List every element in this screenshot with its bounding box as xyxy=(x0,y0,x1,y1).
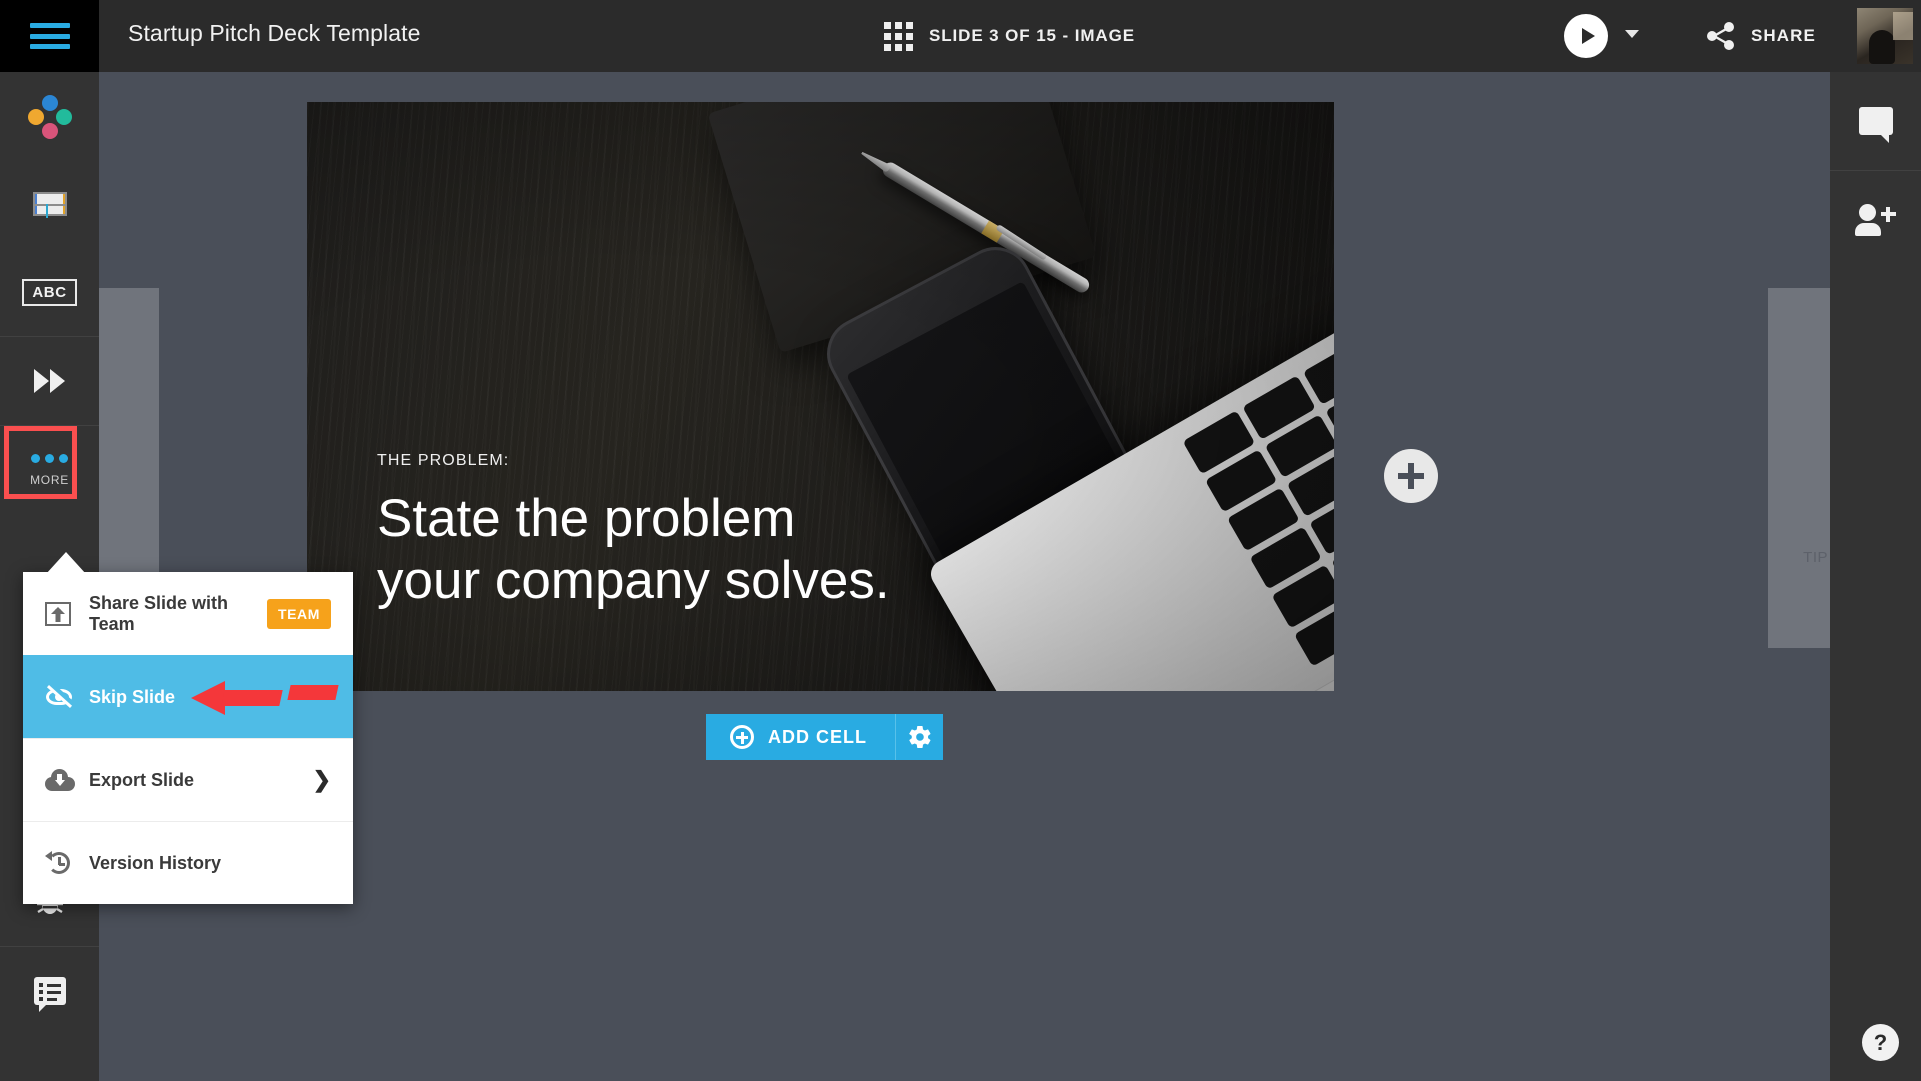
next-slide-panel[interactable]: TIP xyxy=(1768,288,1830,648)
right-sidebar xyxy=(1830,72,1921,1081)
share-label: SHARE xyxy=(1750,26,1816,45)
menu-item-label: Export Slide xyxy=(89,769,195,790)
hamburger-icon xyxy=(29,23,70,49)
upload-icon xyxy=(45,601,89,626)
more-dots-icon xyxy=(31,453,68,463)
gear-icon xyxy=(908,726,930,748)
avatar[interactable] xyxy=(1857,8,1913,64)
four-dots-icon xyxy=(27,94,72,139)
play-icon xyxy=(1581,28,1595,44)
next-slide-label: TIP xyxy=(1803,549,1828,566)
slide-indicator[interactable]: SLIDE 3 OF 15 - IMAGE xyxy=(884,16,1135,56)
more-highlight-annotation xyxy=(4,426,77,499)
sidebar-item-layout[interactable] xyxy=(0,160,99,248)
skip-slide-arrow-annotation xyxy=(191,675,339,719)
slide-text-block[interactable]: THE PROBLEM: State the problem your comp… xyxy=(377,452,897,612)
sidebar-item-label: MORE xyxy=(30,472,69,487)
add-slide-button[interactable] xyxy=(1384,449,1438,503)
clock-rewind-icon xyxy=(45,849,89,877)
menu-item-export-slide[interactable]: Export Slide ❯ xyxy=(23,738,353,821)
menu-item-label: Version History xyxy=(89,852,222,873)
layout-icon xyxy=(32,192,67,218)
hamburger-menu-button[interactable] xyxy=(0,0,99,72)
sidebar-item-transition[interactable] xyxy=(0,337,99,425)
current-slide[interactable]: THE PROBLEM: State the problem your comp… xyxy=(307,102,1334,691)
sidebar-item-feedback[interactable] xyxy=(0,947,99,1035)
fast-forward-icon xyxy=(34,369,65,393)
menu-item-skip-slide[interactable]: Skip Slide xyxy=(23,655,353,738)
top-bar: Startup Pitch Deck Template SLIDE 3 OF 1… xyxy=(0,0,1921,72)
app-root: Startup Pitch Deck Template SLIDE 3 OF 1… xyxy=(0,0,1921,1081)
cloud-download-icon xyxy=(45,769,89,791)
help-button[interactable]: ? xyxy=(1862,1024,1899,1061)
add-cell-button[interactable]: ADD CELL xyxy=(706,714,895,760)
more-menu: Share Slide with Team TEAM Skip Slide Ex… xyxy=(23,572,353,904)
chevron-down-icon[interactable] xyxy=(1625,30,1639,38)
menu-item-share-slide-with-team[interactable]: Share Slide with Team TEAM xyxy=(23,572,353,655)
slide-canvas: TIP THE PROBLEM: State the problem your … xyxy=(99,72,1830,1081)
sidebar-item-invite[interactable] xyxy=(1830,171,1921,269)
sidebar-item-more[interactable]: MORE xyxy=(0,426,99,514)
grid-icon xyxy=(884,21,913,51)
menu-pointer xyxy=(46,552,86,574)
sidebar-item-theme[interactable] xyxy=(0,72,99,160)
deck-title[interactable]: Startup Pitch Deck Template xyxy=(128,20,420,47)
slide-headline: State the problem your company solves. xyxy=(377,489,890,610)
cell-settings-button[interactable] xyxy=(895,714,943,760)
feedback-icon xyxy=(33,977,66,1012)
comment-bubble-icon xyxy=(1858,107,1893,143)
share-icon xyxy=(1706,22,1734,50)
slide-eyebrow: THE PROBLEM: xyxy=(377,452,510,469)
slide-indicator-label: SLIDE 3 OF 15 - IMAGE xyxy=(929,26,1135,45)
menu-item-label: Share Slide with Team xyxy=(89,592,229,634)
add-cell-bar: ADD CELL xyxy=(706,714,943,760)
share-button[interactable]: SHARE xyxy=(1705,14,1816,58)
eye-off-icon xyxy=(45,680,89,708)
menu-item-version-history[interactable]: Version History xyxy=(23,821,353,904)
abc-icon: ABC xyxy=(22,278,77,306)
chevron-right-icon: ❯ xyxy=(312,767,331,792)
plus-circle-icon xyxy=(730,725,754,749)
add-cell-label: ADD CELL xyxy=(768,726,867,747)
team-badge: TEAM xyxy=(266,598,331,629)
present-button[interactable] xyxy=(1564,14,1608,58)
sidebar-item-comments[interactable] xyxy=(1830,72,1921,170)
add-person-icon xyxy=(1854,204,1897,236)
sidebar-item-text[interactable]: ABC xyxy=(0,248,99,336)
